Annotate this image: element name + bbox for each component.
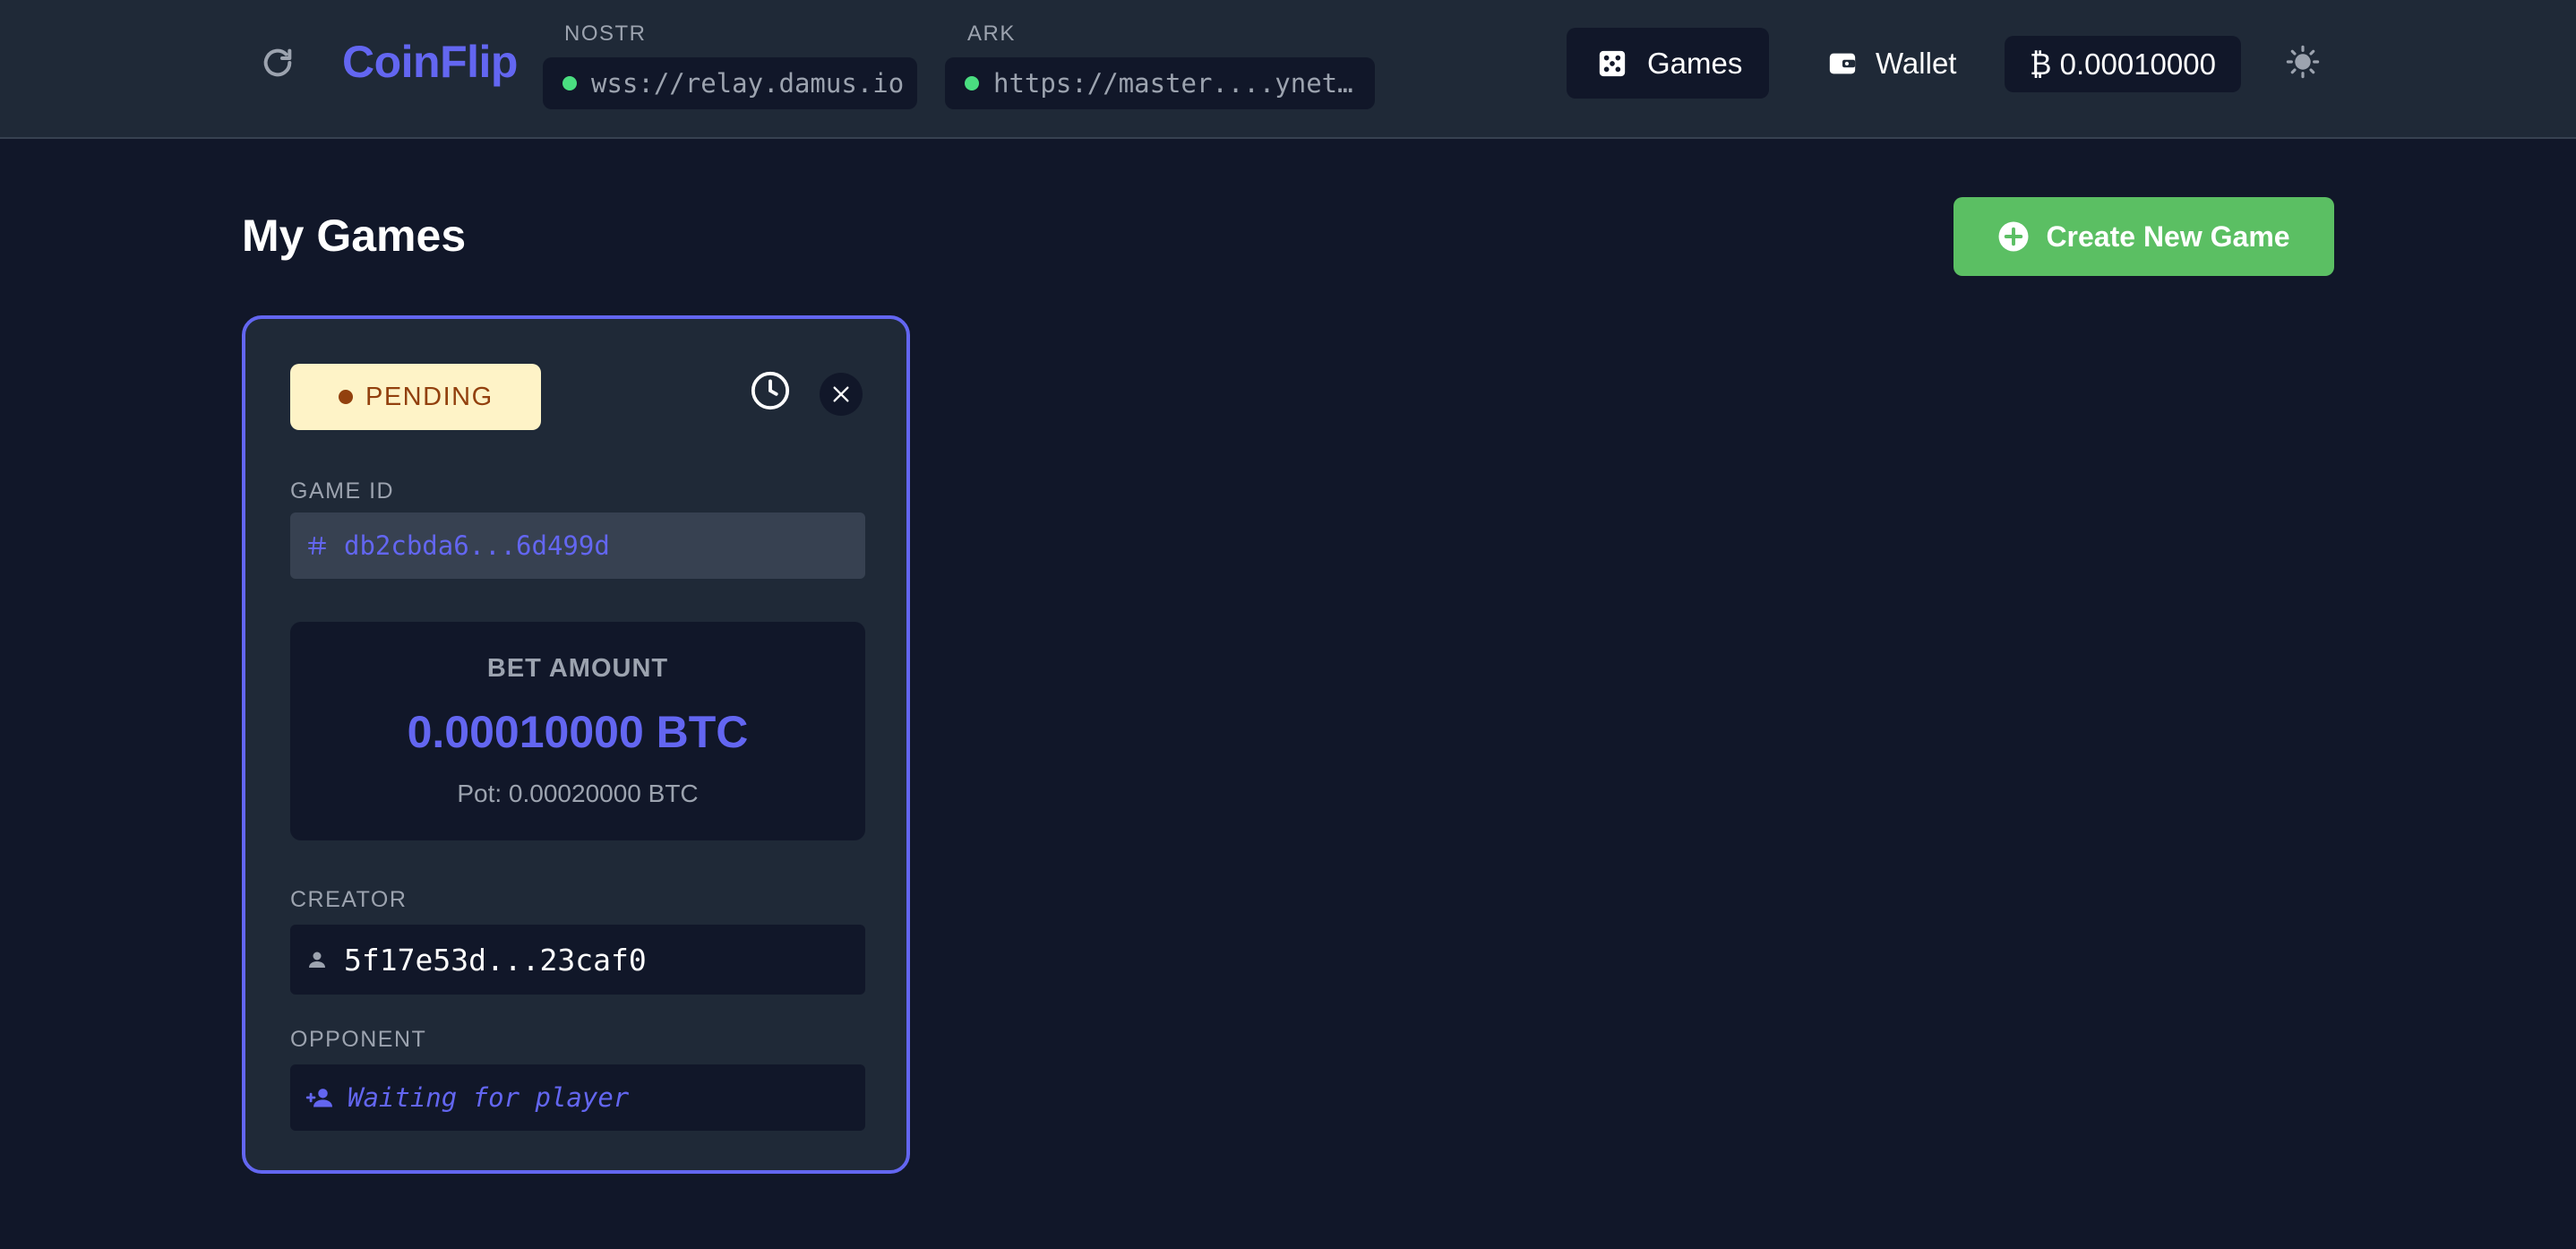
nav-games-label: Games — [1647, 46, 1743, 80]
opponent-label: OPPONENT — [290, 1027, 427, 1052]
game-history-button[interactable] — [750, 370, 791, 411]
nav-wallet-button[interactable]: Wallet — [1827, 28, 1956, 99]
status-text: PENDING — [365, 382, 494, 411]
top-navbar: CoinFlip NOSTR wss://relay.damus.io ARK … — [0, 0, 2576, 139]
bet-amount-panel: BET AMOUNT 0.00010000 BTC Pot: 0.0002000… — [290, 622, 865, 840]
cancel-game-button[interactable] — [820, 373, 863, 416]
create-new-game-button[interactable]: Create New Game — [1953, 197, 2334, 276]
ark-server-status[interactable]: https://master....ynet… — [945, 57, 1375, 109]
create-new-game-label: Create New Game — [2046, 220, 2290, 253]
opponent-value: Waiting for player — [348, 1082, 630, 1113]
creator-label: CREATOR — [290, 887, 408, 912]
pot-value: Pot: 0.00020000 BTC — [457, 780, 699, 807]
game-card: PENDING GAME ID db2cbda6...6d499d BET AM… — [242, 315, 910, 1174]
opponent-field: Waiting for player — [290, 1064, 865, 1131]
page-title: My Games — [242, 211, 467, 261]
status-dot — [339, 390, 353, 404]
person-add-icon — [305, 1089, 332, 1107]
nostr-label: NOSTR — [564, 22, 647, 46]
dice-icon — [1599, 50, 1626, 76]
nostr-relay-status[interactable]: wss://relay.damus.io — [543, 57, 917, 109]
nostr-status-dot — [562, 76, 577, 90]
creator-value: 5f17e53d...23caf0 — [344, 942, 647, 978]
bet-amount-label: BET AMOUNT — [486, 654, 669, 683]
hash-icon — [308, 537, 326, 555]
nostr-relay-url: wss://relay.damus.io — [591, 68, 905, 99]
sun-icon — [2286, 45, 2320, 79]
app-logo[interactable]: CoinFlip — [342, 36, 518, 88]
ark-status-dot — [965, 76, 979, 90]
person-icon — [309, 952, 325, 968]
ark-server-url: https://master....ynet… — [993, 68, 1353, 99]
wallet-balance[interactable]: ₿ 0.00010000 — [2005, 36, 2241, 92]
creator-field[interactable]: 5f17e53d...23caf0 — [290, 925, 865, 995]
nav-wallet-label: Wallet — [1876, 46, 1957, 80]
clock-icon — [751, 371, 790, 410]
plus-circle-icon — [1998, 221, 2029, 252]
theme-toggle-button[interactable] — [2280, 39, 2325, 84]
game-id-field[interactable]: db2cbda6...6d499d — [290, 513, 865, 579]
close-icon — [833, 386, 849, 402]
status-badge: PENDING — [290, 364, 541, 430]
refresh-icon — [263, 48, 292, 77]
wallet-icon — [1829, 53, 1856, 73]
bet-amount-value: 0.00010000 BTC — [407, 707, 749, 757]
game-id-label: GAME ID — [290, 478, 395, 504]
game-id-value: db2cbda6...6d499d — [344, 530, 610, 561]
ark-label: ARK — [967, 22, 1016, 46]
nav-games-button[interactable]: Games — [1567, 28, 1769, 99]
refresh-button[interactable] — [254, 39, 301, 86]
